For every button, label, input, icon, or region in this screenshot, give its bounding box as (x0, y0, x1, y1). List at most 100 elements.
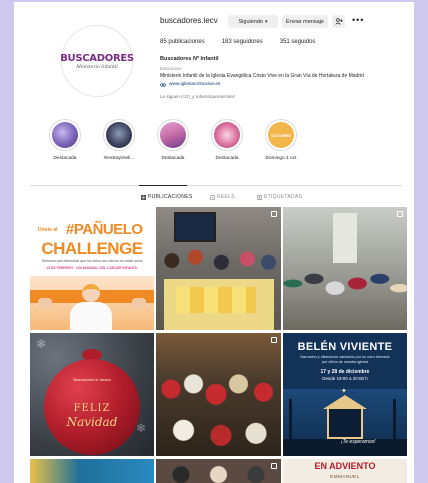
highlight-badge-text: OCTUBRE (271, 132, 291, 138)
highlight-image: OCTUBRE (268, 122, 294, 148)
highlight-label: Domingo 4 oct (265, 156, 297, 161)
post-belen-viviente[interactable]: BELÉN VIVIENTE Narración y villancicos c… (283, 333, 407, 456)
following-label: Siguiendo (238, 18, 263, 25)
highlight-item[interactable]: #instrayimeli... (97, 119, 141, 161)
profile-stats: 85 publicaciones 183 seguidores 351 segu… (160, 39, 315, 45)
post-date: 15 DE FEBRERO · DÍA MUNDIAL DEL CÁNCER I… (46, 266, 138, 270)
tabs-divider (30, 185, 402, 186)
add-user-button[interactable] (332, 15, 345, 28)
highlight-cover: OCTUBRE (265, 119, 297, 151)
highlight-label: Destacada (53, 156, 77, 161)
palm-left (289, 399, 292, 441)
highlight-label: Destacada (215, 156, 239, 161)
child-head (82, 284, 100, 302)
profile-category: Educación (160, 66, 182, 71)
stable-body (327, 409, 363, 439)
tab-posts-label: PUBLICACIONES (148, 194, 193, 200)
message-label: Enviar mensaje (286, 18, 324, 25)
link-icon (160, 83, 166, 87)
reels-icon (210, 194, 215, 200)
post-nativity-group[interactable] (156, 333, 281, 456)
tab-reels[interactable]: REELS (210, 194, 235, 200)
add-user-icon (334, 18, 343, 25)
highlight-cover (49, 119, 81, 151)
highlight-cover (211, 119, 243, 151)
event-description: Narración y villancicos cantados por un … (300, 355, 390, 364)
tagged-icon (257, 194, 262, 200)
post-pañuelo-challenge[interactable]: Únete al #PAÑUELO CHALLENGE Tenemos que … (30, 207, 154, 330)
following-button[interactable]: Siguiendo ▾ (228, 15, 278, 28)
hand-right (132, 298, 146, 308)
photo-boxes (176, 287, 256, 313)
post-kids-hall[interactable] (283, 207, 407, 330)
greeting-navidad: Navidad (66, 415, 118, 429)
post-partial-blue[interactable] (30, 459, 154, 483)
more-options-icon[interactable]: ••• (352, 15, 364, 25)
advent-subtitle: EMMANUEL (330, 474, 360, 479)
nativity-scene: ✦ (283, 388, 407, 456)
post-description: Tenemos que demostrar que los niños con … (41, 259, 143, 263)
profile-username: buscadores.iecv (160, 16, 218, 25)
photo-people (160, 247, 278, 281)
highlight-image (214, 122, 240, 148)
greeting-feliz: FELIZ (73, 403, 111, 414)
snowflake-icon: ❄ (36, 337, 47, 351)
profile-link[interactable]: www.iglesiacristovive.es (160, 82, 220, 87)
photo-fill (30, 459, 154, 483)
avatar-logo: BUSCADORES (60, 52, 134, 64)
carousel-icon (271, 211, 277, 217)
tab-posts[interactable]: PUBLICACIONES (141, 194, 192, 200)
greeting-small: Buscadores le desea (73, 377, 111, 382)
photo-screen (174, 212, 216, 242)
highlight-image (52, 122, 78, 148)
chevron-down-icon: ▾ (264, 18, 268, 25)
event-dates: 17 y 28 de diciembre (320, 369, 370, 375)
active-tab-indicator (139, 185, 187, 186)
highlight-item[interactable]: Destacada (151, 119, 195, 161)
following-count[interactable]: 351 seguidos (280, 39, 316, 45)
advent-title: EN ADVIENTO (314, 461, 376, 471)
highlight-item[interactable]: Destacada (205, 119, 249, 161)
post-group-photo[interactable] (156, 207, 281, 330)
highlight-label: Destacada (161, 156, 185, 161)
profile-avatar[interactable]: BUSCADORES Ministerio Infantil (60, 25, 134, 97)
photo-people (156, 353, 281, 456)
photo-fill (156, 459, 281, 483)
tab-tagged-label: ETIQUETADAS (264, 194, 303, 200)
profile-bio: Ministerio Infantil de la Iglesia Evangé… (160, 73, 364, 79)
grid-icon (141, 194, 146, 200)
post-partial-group[interactable] (156, 459, 281, 483)
highlight-label: #instrayimeli... (103, 156, 135, 161)
highlight-cover (103, 119, 135, 151)
post-feliz-navidad[interactable]: ❄ ❄ Buscadores le desea FELIZ Navidad (30, 333, 154, 456)
highlight-cover (157, 119, 189, 151)
post-hashtag: #PAÑUELO (66, 221, 143, 238)
post-en-adviento[interactable]: EN ADVIENTO EMMANUEL (283, 459, 407, 483)
send-message-button[interactable]: Enviar mensaje (282, 15, 328, 28)
tab-tagged[interactable]: ETIQUETADAS (257, 194, 302, 200)
child-body (70, 302, 112, 330)
post-title: CHALLENGE (41, 239, 143, 258)
profile-link-text: www.iglesiacristovive.es (169, 82, 221, 87)
instagram-profile-page: BUSCADORES Ministerio Infantil buscadore… (14, 2, 414, 483)
highlight-item[interactable]: Destacada (43, 119, 87, 161)
post-image-area (30, 276, 154, 330)
event-tagline: ¡Te esperamos! (341, 439, 376, 445)
palm-right (393, 399, 396, 441)
profile-full-name: Buscadores Nº Infantil (160, 56, 219, 62)
carousel-icon (397, 211, 403, 217)
event-time: Desde 19:00 a 20:00 h (322, 376, 368, 381)
posts-count[interactable]: 85 publicaciones (160, 39, 205, 45)
highlight-image (160, 122, 186, 148)
carousel-icon (271, 337, 277, 343)
event-title: BELÉN VIVIENTE (297, 341, 393, 353)
avatar-subtitle: Ministerio Infantil (76, 64, 118, 70)
star-icon: ✦ (341, 388, 347, 395)
tab-reels-label: REELS (217, 194, 235, 200)
photo-people (283, 237, 407, 330)
carousel-icon (271, 463, 277, 469)
followers-count[interactable]: 183 seguidores (222, 39, 263, 45)
highlight-item[interactable]: OCTUBRE Domingo 4 oct (259, 119, 303, 161)
hand-left (38, 298, 52, 308)
followed-by[interactable]: Le siguen ic10_y rubenriquerasmitez (160, 94, 235, 99)
